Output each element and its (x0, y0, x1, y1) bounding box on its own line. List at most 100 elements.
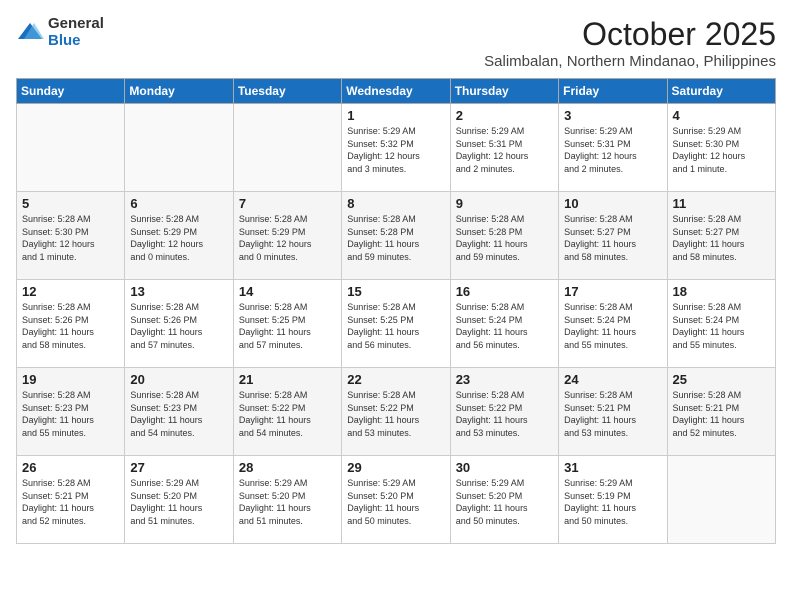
day-number: 15 (347, 284, 445, 299)
header-cell-saturday: Saturday (667, 79, 775, 104)
logo: General Blue (16, 16, 104, 49)
day-info: Sunrise: 5:28 AM Sunset: 5:22 PM Dayligh… (456, 389, 554, 439)
calendar-cell: 17 Sunrise: 5:28 AM Sunset: 5:24 PM Dayli… (559, 280, 667, 368)
location-title: Salimbalan, Northern Mindanao, Philippin… (484, 53, 776, 70)
calendar-cell: 28 Sunrise: 5:29 AM Sunset: 5:20 PM Dayli… (233, 456, 341, 544)
day-number: 22 (347, 372, 445, 387)
calendar-cell (125, 104, 233, 192)
day-info: Sunrise: 5:29 AM Sunset: 5:20 PM Dayligh… (347, 477, 445, 527)
day-number: 29 (347, 460, 445, 475)
calendar-cell: 11 Sunrise: 5:28 AM Sunset: 5:27 PM Dayli… (667, 192, 775, 280)
day-info: Sunrise: 5:28 AM Sunset: 5:24 PM Dayligh… (456, 301, 554, 351)
day-info: Sunrise: 5:29 AM Sunset: 5:32 PM Dayligh… (347, 125, 445, 175)
day-number: 7 (239, 196, 337, 211)
day-info: Sunrise: 5:28 AM Sunset: 5:27 PM Dayligh… (673, 213, 771, 263)
day-number: 11 (673, 196, 771, 211)
header-cell-wednesday: Wednesday (342, 79, 450, 104)
day-info: Sunrise: 5:28 AM Sunset: 5:24 PM Dayligh… (564, 301, 662, 351)
day-info: Sunrise: 5:29 AM Sunset: 5:20 PM Dayligh… (239, 477, 337, 527)
day-number: 13 (130, 284, 228, 299)
logo-blue: Blue (48, 33, 104, 50)
day-info: Sunrise: 5:28 AM Sunset: 5:21 PM Dayligh… (673, 389, 771, 439)
day-info: Sunrise: 5:28 AM Sunset: 5:22 PM Dayligh… (239, 389, 337, 439)
day-info: Sunrise: 5:29 AM Sunset: 5:20 PM Dayligh… (456, 477, 554, 527)
day-info: Sunrise: 5:28 AM Sunset: 5:26 PM Dayligh… (22, 301, 120, 351)
day-info: Sunrise: 5:28 AM Sunset: 5:21 PM Dayligh… (564, 389, 662, 439)
calendar-cell (233, 104, 341, 192)
calendar-cell: 26Sunrise: 5:28 AM Sunset: 5:21 PM Dayli… (17, 456, 125, 544)
calendar-cell: 9 Sunrise: 5:28 AM Sunset: 5:28 PM Daylig… (450, 192, 558, 280)
day-info: Sunrise: 5:28 AM Sunset: 5:28 PM Dayligh… (347, 213, 445, 263)
calendar-cell: 6 Sunrise: 5:28 AM Sunset: 5:29 PM Daylig… (125, 192, 233, 280)
day-info: Sunrise: 5:28 AM Sunset: 5:23 PM Dayligh… (130, 389, 228, 439)
day-info: Sunrise: 5:29 AM Sunset: 5:19 PM Dayligh… (564, 477, 662, 527)
calendar-cell: 31 Sunrise: 5:29 AM Sunset: 5:19 PM Dayli… (559, 456, 667, 544)
calendar-cell: 29 Sunrise: 5:29 AM Sunset: 5:20 PM Dayli… (342, 456, 450, 544)
calendar-cell: 20 Sunrise: 5:28 AM Sunset: 5:23 PM Dayli… (125, 368, 233, 456)
calendar-cell: 7 Sunrise: 5:28 AM Sunset: 5:29 PM Daylig… (233, 192, 341, 280)
day-number: 2 (456, 108, 554, 123)
day-number: 30 (456, 460, 554, 475)
day-info: Sunrise: 5:28 AM Sunset: 5:22 PM Dayligh… (347, 389, 445, 439)
calendar-cell: 12 Sunrise: 5:28 AM Sunset: 5:26 PM Dayli… (17, 280, 125, 368)
day-number: 28 (239, 460, 337, 475)
day-number: 8 (347, 196, 445, 211)
day-info: Sunrise: 5:28 AM Sunset: 5:28 PM Dayligh… (456, 213, 554, 263)
day-info: Sunrise: 5:28 AM Sunset: 5:29 PM Dayligh… (239, 213, 337, 263)
title-area: October 2025 Salimbalan, Northern Mindan… (484, 16, 776, 70)
calendar-week-4: 26Sunrise: 5:28 AM Sunset: 5:21 PM Dayli… (17, 456, 776, 544)
day-number: 6 (130, 196, 228, 211)
header: General Blue October 2025 Salimbalan, No… (16, 16, 776, 70)
calendar-cell: 15 Sunrise: 5:28 AM Sunset: 5:25 PM Dayli… (342, 280, 450, 368)
logo-text: General Blue (48, 16, 104, 49)
day-number: 1 (347, 108, 445, 123)
day-info: Sunrise: 5:29 AM Sunset: 5:30 PM Dayligh… (673, 125, 771, 175)
day-number: 3 (564, 108, 662, 123)
day-info: Sunrise: 5:28 AM Sunset: 5:26 PM Dayligh… (130, 301, 228, 351)
day-info: Sunrise: 5:28 AM Sunset: 5:25 PM Dayligh… (347, 301, 445, 351)
calendar-cell: 24 Sunrise: 5:28 AM Sunset: 5:21 PM Dayli… (559, 368, 667, 456)
header-cell-sunday: Sunday (17, 79, 125, 104)
calendar-body: 1 Sunrise: 5:29 AM Sunset: 5:32 PM Daylig… (17, 104, 776, 544)
day-number: 16 (456, 284, 554, 299)
day-number: 5 (22, 196, 120, 211)
day-number: 23 (456, 372, 554, 387)
calendar-cell: 19Sunrise: 5:28 AM Sunset: 5:23 PM Dayli… (17, 368, 125, 456)
header-cell-tuesday: Tuesday (233, 79, 341, 104)
calendar-cell: 2 Sunrise: 5:29 AM Sunset: 5:31 PM Daylig… (450, 104, 558, 192)
day-number: 4 (673, 108, 771, 123)
day-info: Sunrise: 5:28 AM Sunset: 5:29 PM Dayligh… (130, 213, 228, 263)
day-number: 12 (22, 284, 120, 299)
calendar-week-3: 19 Sunrise: 5:28 AM Sunset: 5:23 PM Dayli… (17, 368, 776, 456)
day-number: 18 (673, 284, 771, 299)
day-number: 20 (130, 372, 228, 387)
calendar-header: SundayMondayTuesdayWednesdayThursdayFrid… (17, 79, 776, 104)
calendar-cell: 21 Sunrise: 5:28 AM Sunset: 5:22 PM Dayli… (233, 368, 341, 456)
day-info: Sunrise: 5:29 AM Sunset: 5:31 PM Dayligh… (456, 125, 554, 175)
calendar-cell: 10Sunrise: 5:28 AM Sunset: 5:27 PM Dayli… (559, 192, 667, 280)
calendar-cell: 27Sunrise: 5:29 AM Sunset: 5:20 PM Dayli… (125, 456, 233, 544)
logo-icon (16, 19, 44, 47)
calendar-week-2: 12 Sunrise: 5:28 AM Sunset: 5:26 PM Dayli… (17, 280, 776, 368)
calendar-cell: 23 Sunrise: 5:28 AM Sunset: 5:22 PM Dayli… (450, 368, 558, 456)
calendar-cell: 5Sunrise: 5:28 AM Sunset: 5:30 PM Daylig… (17, 192, 125, 280)
calendar-week-0: 1 Sunrise: 5:29 AM Sunset: 5:32 PM Daylig… (17, 104, 776, 192)
day-number: 9 (456, 196, 554, 211)
day-info: Sunrise: 5:28 AM Sunset: 5:24 PM Dayligh… (673, 301, 771, 351)
day-number: 19 (22, 372, 120, 387)
month-title: October 2025 (484, 16, 776, 53)
day-number: 25 (673, 372, 771, 387)
day-number: 31 (564, 460, 662, 475)
day-number: 21 (239, 372, 337, 387)
header-row: SundayMondayTuesdayWednesdayThursdayFrid… (17, 79, 776, 104)
calendar-cell: 16 Sunrise: 5:28 AM Sunset: 5:24 PM Dayli… (450, 280, 558, 368)
day-info: Sunrise: 5:28 AM Sunset: 5:27 PM Dayligh… (564, 213, 662, 263)
day-number: 24 (564, 372, 662, 387)
calendar-cell: 22 Sunrise: 5:28 AM Sunset: 5:22 PM Dayli… (342, 368, 450, 456)
day-info: Sunrise: 5:28 AM Sunset: 5:21 PM Dayligh… (22, 477, 120, 527)
calendar-cell: 25 Sunrise: 5:28 AM Sunset: 5:21 PM Dayli… (667, 368, 775, 456)
day-number: 17 (564, 284, 662, 299)
calendar-cell: 14Sunrise: 5:28 AM Sunset: 5:25 PM Dayli… (233, 280, 341, 368)
calendar-cell (667, 456, 775, 544)
day-info: Sunrise: 5:29 AM Sunset: 5:31 PM Dayligh… (564, 125, 662, 175)
